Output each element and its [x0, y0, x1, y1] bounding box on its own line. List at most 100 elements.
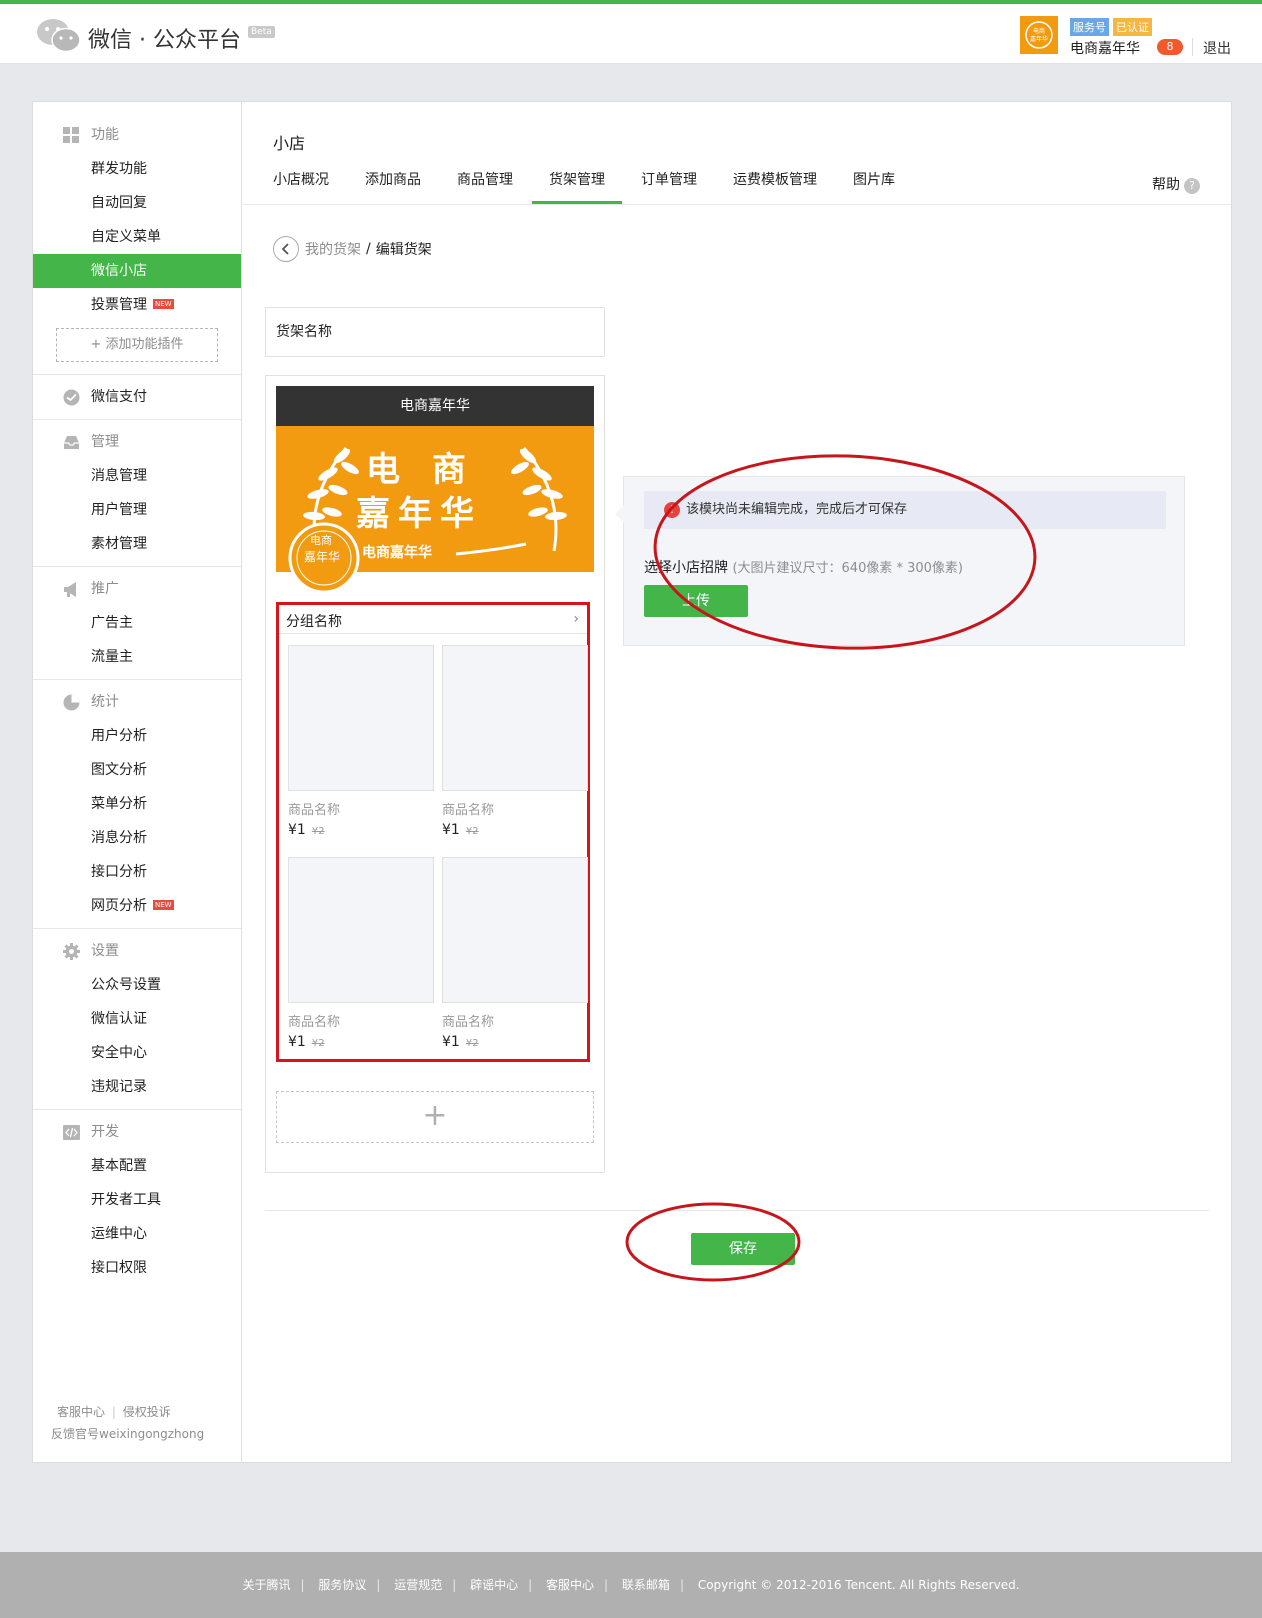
account-avatar[interactable]: 电商 嘉年华 [1020, 16, 1058, 54]
banner-subtitle: 电商嘉年华 [362, 545, 432, 561]
sidebar-item-ops-center[interactable]: 运维中心 [33, 1217, 241, 1251]
complaint-link[interactable]: 侵权投诉 [123, 1405, 171, 1419]
banner-title-line2: 嘉年华 [356, 494, 482, 534]
sidebar-item-user-analysis[interactable]: 用户分析 [33, 719, 241, 753]
footer-separator: | [376, 1578, 381, 1592]
shelf-name-field[interactable]: 货架名称 [265, 307, 605, 357]
grid-icon [63, 127, 79, 143]
tab-shelf-manage[interactable]: 货架管理 [532, 164, 622, 204]
sidebar-heading-label: 开发 [91, 1124, 119, 1140]
sidebar-item-basic-config[interactable]: 基本配置 [33, 1149, 241, 1183]
sidebar-item-verification[interactable]: 微信认证 [33, 1002, 241, 1036]
footer-link-email[interactable]: 联系邮箱 [622, 1578, 670, 1592]
tray-icon [64, 436, 79, 449]
sidebar-item-auto-reply[interactable]: 自动回复 [33, 186, 241, 220]
tab-product-manage[interactable]: 商品管理 [457, 164, 513, 204]
logout-link[interactable]: 退出 [1203, 38, 1231, 58]
footer-separator: | [528, 1578, 533, 1592]
sidebar-heading-manage: 管理 [33, 425, 241, 459]
page-footer: 关于腾讯 | 服务协议 | 运营规范 | 辟谣中心 | 客服中心 | 联系邮箱 | Copy… [0, 1552, 1262, 1618]
svg-text:嘉年华: 嘉年华 [1030, 35, 1048, 43]
breadcrumb-parent[interactable]: 我的货架 [305, 239, 361, 259]
header-divider [1192, 38, 1193, 56]
back-button[interactable] [273, 236, 299, 262]
sidebar: 功能 群发功能 自动回复 自定义菜单 微信小店 投票管理 NEW + 添加功能插件… [33, 102, 242, 1462]
sidebar-item-security[interactable]: 安全中心 [33, 1036, 241, 1070]
tab-image-library[interactable]: 图片库 [853, 164, 895, 204]
tab-shipping-template[interactable]: 运费模板管理 [733, 164, 817, 204]
megaphone-icon [64, 582, 76, 597]
sidebar-heading-label: 统计 [91, 694, 119, 710]
platform-title[interactable]: 微信 · 公众平台 [88, 22, 241, 54]
upload-button[interactable]: 上传 [644, 585, 748, 617]
sidebar-item-menu-analysis[interactable]: 菜单分析 [33, 787, 241, 821]
sidebar-heading-promote: 推广 [33, 572, 241, 606]
breadcrumb-separator: / [366, 241, 371, 257]
sidebar-item-vote[interactable]: 投票管理 NEW [33, 288, 241, 322]
add-module-button[interactable]: + [276, 1091, 594, 1143]
product-name: 商品名称 [442, 803, 495, 818]
sidebar-item-violations[interactable]: 违规记录 [33, 1070, 241, 1104]
svg-text:电商: 电商 [1033, 27, 1045, 35]
footer-link-rules[interactable]: 运营规范 [394, 1578, 442, 1592]
sidebar-group-stats: 统计 用户分析 图文分析 菜单分析 消息分析 接口分析 网页分析 NEW [33, 680, 241, 928]
sidebar-item-advertiser[interactable]: 广告主 [33, 606, 241, 640]
footer-separator: | [679, 1578, 684, 1592]
sidebar-item-dev-tools[interactable]: 开发者工具 [33, 1183, 241, 1217]
banner-title-line1: 电 商 [366, 450, 476, 490]
footer-link-about[interactable]: 关于腾讯 [242, 1578, 290, 1592]
footer-link-rumor[interactable]: 辟谣中心 [470, 1578, 518, 1592]
tab-add-product[interactable]: 添加商品 [365, 164, 421, 204]
content-panel: 功能 群发功能 自动回复 自定义菜单 微信小店 投票管理 NEW + 添加功能插件… [32, 101, 1232, 1463]
service-center-link[interactable]: 客服中心 [57, 1405, 105, 1419]
add-plugin-button[interactable]: + 添加功能插件 [56, 328, 218, 362]
sidebar-item-wechat-shop[interactable]: 微信小店 [33, 254, 241, 288]
sidebar-item-messages[interactable]: 消息管理 [33, 459, 241, 493]
sidebar-heading-develop: 开发 [33, 1115, 241, 1149]
sidebar-item-api-analysis[interactable]: 接口分析 [33, 855, 241, 889]
product-card[interactable]: 商品名称 ¥1 ¥2 [442, 857, 588, 1050]
sidebar-item-account-settings[interactable]: 公众号设置 [33, 968, 241, 1002]
service-account-badge: 服务号 [1070, 18, 1109, 36]
sidebar-item-materials[interactable]: 素材管理 [33, 527, 241, 561]
footer-link-terms[interactable]: 服务协议 [318, 1578, 366, 1592]
sidebar-item-users[interactable]: 用户管理 [33, 493, 241, 527]
tab-order-manage[interactable]: 订单管理 [641, 164, 697, 204]
sidebar-footer-links: 客服中心 | 侵权投诉 [57, 1405, 171, 1419]
new-badge: NEW [153, 900, 174, 910]
product-card[interactable]: 商品名称 ¥1 ¥2 [288, 857, 434, 1050]
shop-banner[interactable]: 电 商 嘉年华 电商嘉年华 电商 嘉年华 [276, 426, 594, 594]
help-link[interactable]: 帮助? [1152, 174, 1200, 194]
sidebar-item-article-analysis[interactable]: 图文分析 [33, 753, 241, 787]
footer-separator: | [604, 1578, 609, 1592]
product-card[interactable]: 商品名称 ¥1 ¥2 [442, 645, 588, 838]
pick-banner-text: 选择小店招牌 [644, 560, 728, 576]
sidebar-item-mass-send[interactable]: 群发功能 [33, 152, 241, 186]
tab-overview[interactable]: 小店概况 [273, 164, 329, 204]
sidebar-heading-label: 功能 [91, 127, 119, 143]
page-title: 小店 [273, 134, 306, 153]
sidebar-item-custom-menu[interactable]: 自定义菜单 [33, 220, 241, 254]
sidebar-item-message-analysis[interactable]: 消息分析 [33, 821, 241, 855]
product-price: ¥1 ¥2 [288, 822, 434, 838]
seal-line2: 嘉年华 [304, 550, 341, 564]
sidebar-heading-label: 设置 [91, 943, 119, 959]
sidebar-item-web-analysis[interactable]: 网页分析 NEW [33, 889, 241, 923]
product-price: ¥1 ¥2 [442, 822, 588, 838]
sidebar-item-traffic-owner[interactable]: 流量主 [33, 640, 241, 674]
sidebar-item-label: 投票管理 [91, 297, 147, 313]
product-image [288, 857, 434, 1003]
product-card[interactable]: 商品名称 ¥1 ¥2 [288, 645, 434, 838]
breadcrumb-current: 编辑货架 [375, 242, 432, 258]
account-name[interactable]: 电商嘉年华 [1070, 38, 1140, 58]
product-group[interactable]: 分组名称 › 商品名称 ¥1 ¥2 商品名称 ¥1 ¥2 商品名称 ¥1 ¥2 [276, 602, 590, 1062]
product-image [442, 857, 588, 1003]
sidebar-item-api-permissions[interactable]: 接口权限 [33, 1251, 241, 1285]
price-original: ¥2 [465, 1038, 479, 1049]
wechat-logo-icon [37, 19, 81, 53]
save-button[interactable]: 保存 [691, 1233, 795, 1265]
verified-badge: 已认证 [1113, 18, 1152, 36]
sidebar-item-wechat-pay[interactable]: 微信支付 [33, 380, 241, 414]
footer-link-service[interactable]: 客服中心 [546, 1578, 594, 1592]
notification-count[interactable]: 8 [1157, 39, 1183, 55]
